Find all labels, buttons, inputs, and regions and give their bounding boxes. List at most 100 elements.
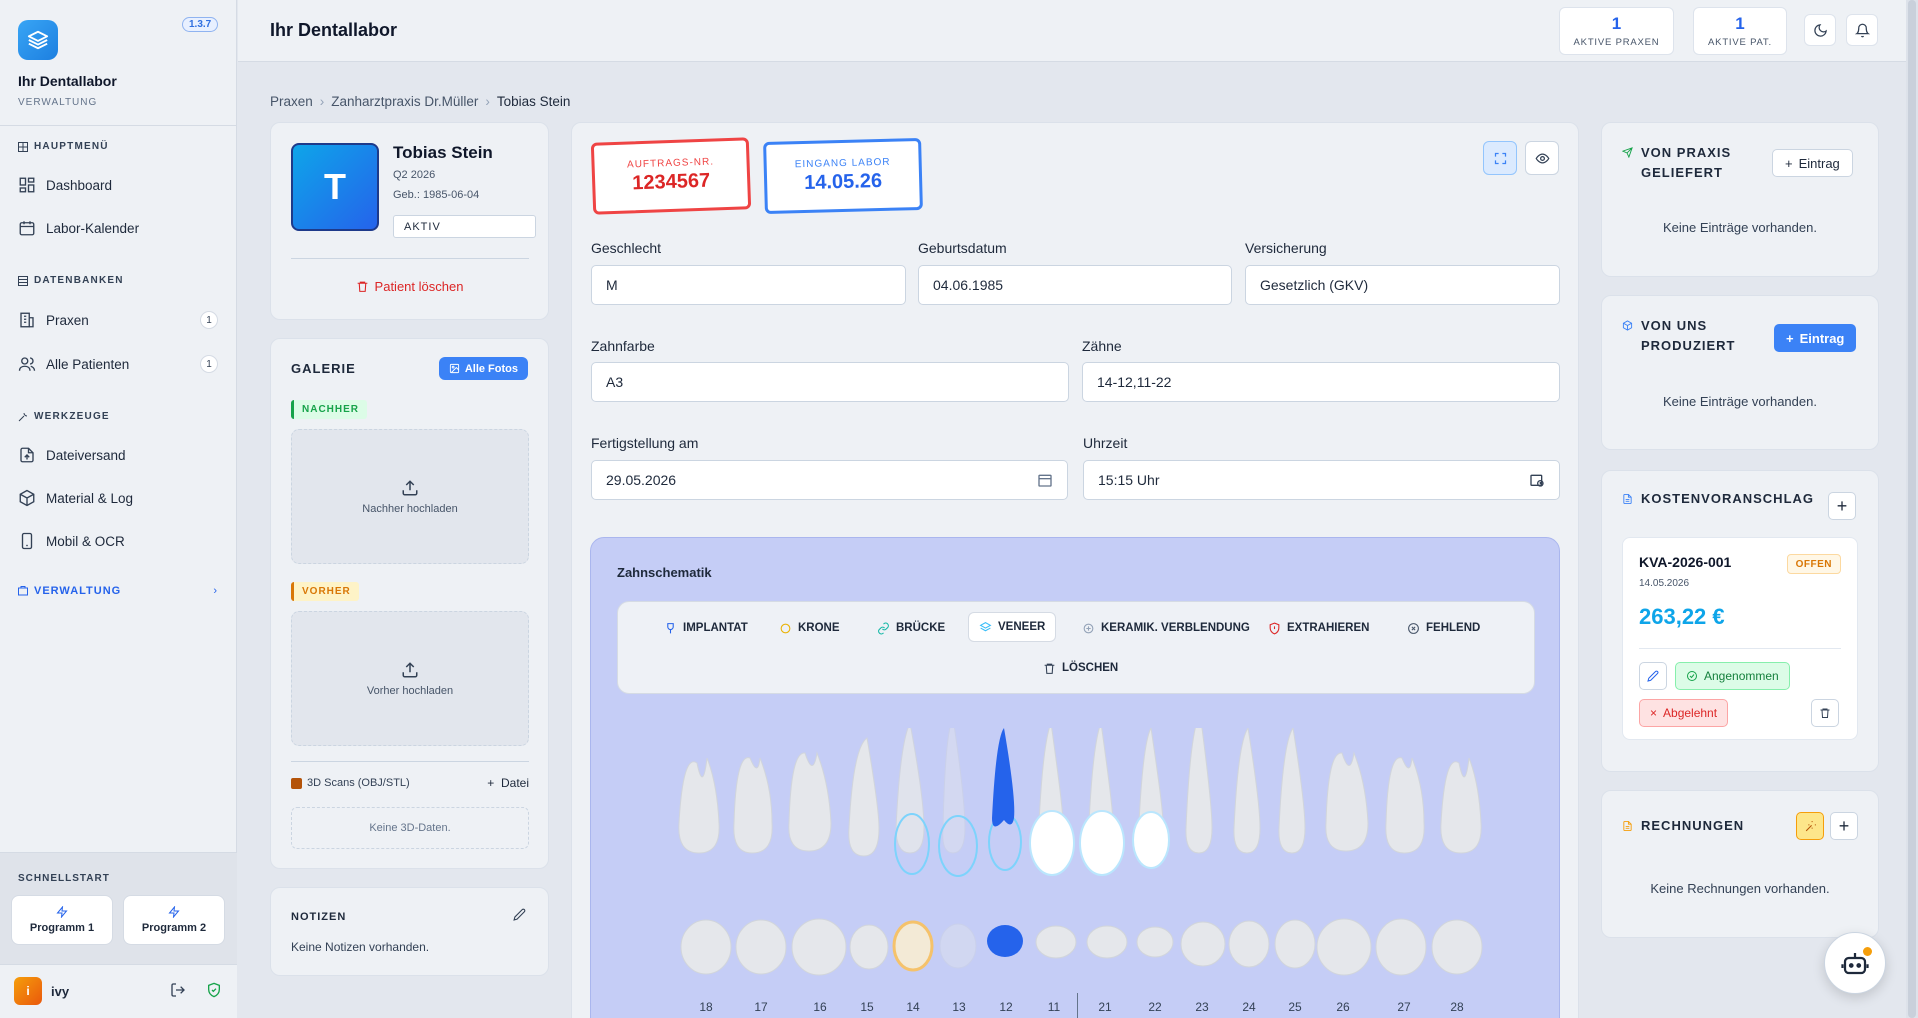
field-label: Geburtsdatum: [918, 240, 1007, 256]
add-delivered-entry-button[interactable]: + Eintrag: [1772, 149, 1853, 177]
app-name: Ihr Dentallabor: [18, 73, 117, 89]
count-badge: 1: [200, 355, 218, 373]
tooth-31[interactable]: [1086, 925, 1128, 959]
stat-label: AKTIVE PRAXEN: [1573, 37, 1660, 48]
sidebar-item-material-log[interactable]: Material & Log: [18, 483, 218, 513]
tooth-33[interactable]: [1180, 921, 1226, 967]
teeth-field[interactable]: 14-12,11-22: [1082, 362, 1560, 402]
logout-icon[interactable]: [170, 982, 186, 998]
tooth-36[interactable]: [1316, 918, 1372, 976]
dashboard-icon: [19, 177, 35, 193]
tooth-47[interactable]: [735, 919, 787, 975]
insurance-field[interactable]: Gesetzlich (GKV): [1245, 265, 1560, 305]
tooth-48[interactable]: [680, 919, 732, 975]
tooth-45[interactable]: [849, 924, 889, 970]
delete-patient-button[interactable]: Patient löschen: [271, 279, 548, 294]
breadcrumb-praxen[interactable]: Praxen: [270, 94, 313, 109]
schematic-title: Zahnschematik: [617, 565, 712, 580]
add-file-button[interactable]: + Datei: [487, 776, 529, 790]
preview-button[interactable]: [1525, 141, 1559, 175]
app-logo[interactable]: [18, 20, 58, 60]
assistant-button[interactable]: [1824, 932, 1886, 994]
tooth-25[interactable]: [1278, 728, 1306, 854]
tooth-number: 13: [952, 1000, 966, 1014]
program-2-button[interactable]: Programm 2: [123, 895, 225, 945]
tool-loeschen[interactable]: LÖSCHEN: [1033, 653, 1128, 683]
tooth-26[interactable]: [1325, 751, 1369, 852]
estimate-item[interactable]: KVA-2026-001 14.05.2026 OFFEN 263,22 € A…: [1622, 537, 1858, 740]
scrollbar[interactable]: [1906, 0, 1918, 1018]
tooth-35[interactable]: [1274, 919, 1316, 969]
reject-estimate-button[interactable]: × Abgelehnt: [1639, 699, 1729, 727]
tooth-46[interactable]: [791, 918, 847, 976]
avatar[interactable]: i: [14, 977, 42, 1005]
produced-card: VON UNS PRODUZIERT + Eintrag Keine Einträ…: [1601, 295, 1879, 450]
pencil-icon[interactable]: [513, 908, 526, 921]
calendar-icon[interactable]: [1037, 472, 1053, 488]
tooth-14[interactable]: [895, 728, 925, 854]
delete-estimate-button[interactable]: [1811, 699, 1839, 727]
gender-field[interactable]: M: [591, 265, 906, 305]
tooth-24[interactable]: [1233, 728, 1261, 854]
tooth-number: 18: [699, 1000, 713, 1014]
add-invoice-button[interactable]: +: [1830, 812, 1858, 840]
tool-extrahieren[interactable]: EXTRAHIEREN: [1258, 613, 1379, 643]
add-produced-entry-button[interactable]: + Eintrag: [1774, 324, 1857, 352]
tooth-16[interactable]: [788, 751, 832, 852]
tooth-41[interactable]: [1035, 925, 1077, 959]
patient-status[interactable]: AKTIV: [393, 215, 536, 238]
smartphone-icon: [21, 532, 33, 550]
tooth-43[interactable]: [939, 923, 977, 969]
fullscreen-button[interactable]: [1483, 141, 1517, 175]
sidebar-item-mobil-ocr[interactable]: Mobil & OCR: [18, 526, 218, 556]
notifications-button[interactable]: [1846, 14, 1878, 46]
accept-estimate-button[interactable]: Angenommen: [1675, 662, 1790, 690]
tooth-38[interactable]: [1431, 919, 1483, 975]
tooth-34[interactable]: [1228, 920, 1270, 968]
tooth-32[interactable]: [1136, 926, 1174, 958]
program-1-button[interactable]: Programm 1: [11, 895, 113, 945]
tooth-12-selected[interactable]: [992, 728, 1015, 827]
sidebar-item-verwaltung[interactable]: VERWALTUNG ›: [18, 585, 218, 597]
tooth-28[interactable]: [1440, 757, 1482, 854]
tooth-18[interactable]: [678, 757, 720, 854]
empty-state: Keine Einträge vorhanden.: [1663, 220, 1817, 235]
sidebar-item-labor-kalender[interactable]: Labor-Kalender: [18, 213, 218, 243]
tool-bruecke[interactable]: BRÜCKE: [867, 613, 955, 643]
before-upload-dropzone[interactable]: Vorher hochladen: [291, 611, 529, 746]
crown-icon: [780, 623, 791, 633]
sidebar-item-praxen[interactable]: Praxen 1: [18, 305, 218, 335]
scrollbar-thumb[interactable]: [1908, 0, 1916, 1018]
edit-estimate-button[interactable]: [1639, 662, 1667, 690]
button-label: Datei: [500, 776, 529, 790]
tooth-13[interactable]: [942, 728, 966, 854]
tooth-44-crown[interactable]: [892, 920, 934, 972]
clock-calendar-icon[interactable]: [1529, 472, 1545, 488]
tool-implantat[interactable]: IMPLANTAT: [654, 613, 758, 643]
tool-fehlend[interactable]: FEHLEND: [1397, 613, 1490, 643]
scans-row: 3D Scans (OBJ/STL) + Datei: [291, 776, 529, 790]
dark-mode-button[interactable]: [1804, 14, 1836, 46]
tooth-27[interactable]: [1385, 757, 1425, 854]
time-field[interactable]: 15:15 Uhr: [1083, 460, 1560, 500]
tooth-chart[interactable]: [591, 728, 1561, 998]
tool-krone[interactable]: KRONE: [769, 613, 850, 643]
breadcrumb-practice[interactable]: Zanharztpraxis Dr.Müller: [331, 94, 478, 109]
sidebar-item-alle-patienten[interactable]: Alle Patienten 1: [18, 349, 218, 379]
completion-date-field[interactable]: 29.05.2026: [591, 460, 1068, 500]
add-estimate-button[interactable]: +: [1828, 492, 1856, 520]
tool-veneer[interactable]: VENEER: [968, 612, 1057, 642]
sidebar-item-dashboard[interactable]: Dashboard: [18, 170, 218, 200]
all-photos-button[interactable]: Alle Fotos: [438, 357, 528, 380]
tooth-42-selected[interactable]: [987, 925, 1023, 957]
tooth-17[interactable]: [733, 757, 773, 854]
birthdate-field[interactable]: 04.06.1985: [918, 265, 1232, 305]
after-upload-dropzone[interactable]: Nachher hochladen: [291, 429, 529, 564]
sidebar-item-dateiversand[interactable]: Dateiversand: [18, 440, 218, 470]
tool-keramik[interactable]: KERAMIK. VERBLENDUNG: [1072, 613, 1260, 643]
tooth-23[interactable]: [1185, 728, 1213, 854]
generate-invoice-button[interactable]: [1796, 812, 1824, 840]
tooth-37[interactable]: [1375, 918, 1427, 976]
tooth-15[interactable]: [848, 737, 880, 857]
shade-field[interactable]: A3: [591, 362, 1069, 402]
